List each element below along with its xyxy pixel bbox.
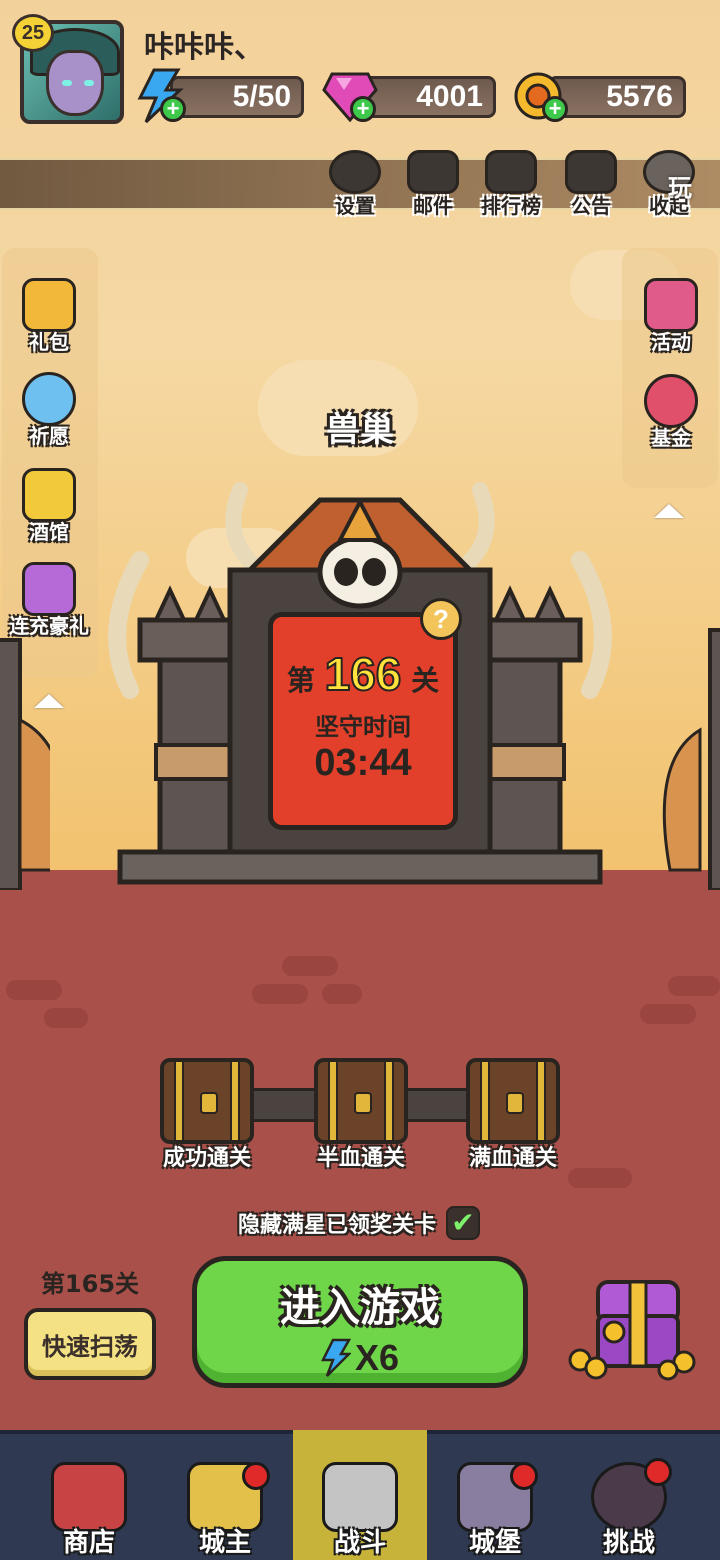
announcement-button[interactable]: 公告: [556, 150, 626, 220]
announcement-label: 公告: [571, 194, 611, 218]
chest-band: [328, 1062, 338, 1140]
chest-connector: [250, 1088, 320, 1122]
wish-label: 祈愿: [29, 424, 69, 448]
nav-castle[interactable]: 城堡: [428, 1430, 562, 1560]
tavern-button[interactable]: 酒馆: [4, 468, 94, 558]
ground-brick: [6, 980, 62, 1000]
enter-game-label: 进入游戏: [280, 1285, 440, 1331]
settings-label: 设置: [335, 194, 375, 218]
avatar-face: [46, 50, 104, 116]
chest-full-hp-label: 满血通关: [468, 1146, 557, 1171]
nav-battle[interactable]: 战斗: [293, 1430, 427, 1560]
quick-sweep-button[interactable]: 快速扫荡: [24, 1308, 156, 1380]
guard-time-value: 03:44: [314, 742, 412, 784]
nav-challenge-notification-dot: [644, 1458, 672, 1486]
nav-castle-notification-dot: [510, 1462, 538, 1490]
chest-band: [480, 1062, 490, 1140]
chest-half-hp-label: 半血通关: [316, 1146, 405, 1171]
nav-lord-label: 城主: [198, 1528, 251, 1558]
ground-brick: [640, 1004, 696, 1024]
gift-pack-button[interactable]: 礼包: [4, 278, 94, 368]
hide-cleared-label: 隐藏满星已领奖关卡: [238, 1213, 437, 1238]
ground-brick: [44, 1008, 88, 1028]
chest-band: [384, 1062, 394, 1140]
chest-band: [230, 1062, 240, 1140]
enter-game-cost-value: X6: [354, 1337, 400, 1378]
wish-button[interactable]: 祈愿: [4, 372, 94, 462]
add-gold-button[interactable]: +: [542, 96, 568, 122]
player-name: 咔咔咔、: [144, 30, 264, 65]
stage-title: 第 166 关: [273, 647, 453, 701]
nav-challenge-label: 挑战: [602, 1528, 655, 1558]
stage-suffix: 关: [411, 664, 440, 697]
avatar-eye: [62, 80, 72, 86]
guard-time-label: 坚守时间: [315, 713, 411, 741]
lightning-icon: [320, 1338, 351, 1377]
gift-pack-label: 礼包: [29, 330, 69, 354]
event-label: 活动: [651, 330, 691, 354]
chest-connector: [404, 1088, 474, 1122]
chest-lock-icon: [200, 1092, 218, 1114]
nav-shop[interactable]: 商店: [22, 1430, 156, 1560]
chest-band: [174, 1062, 184, 1140]
nav-castle-label: 城堡: [468, 1528, 521, 1558]
stage-prefix: 第: [286, 664, 315, 697]
leaderboard-button[interactable]: 排行榜: [476, 150, 546, 220]
treasure-chest-icon[interactable]: [560, 1272, 700, 1382]
leaderboard-icon: [485, 150, 537, 194]
nav-challenge[interactable]: 挑战: [562, 1430, 696, 1560]
add-energy-button[interactable]: +: [160, 96, 186, 122]
gift-box-icon: [22, 562, 76, 616]
gear-icon: [329, 150, 381, 194]
chest-lock-icon: [506, 1092, 524, 1114]
beer-mug-icon: [22, 468, 76, 522]
gold-counter: 5576: [548, 76, 686, 118]
nav-shop-label: 商店: [62, 1528, 115, 1558]
mail-label: 邮件: [413, 194, 453, 218]
chest-lock-icon: [354, 1092, 372, 1114]
chest-success-label: 成功通关: [162, 1146, 251, 1171]
reward-chest-success[interactable]: [160, 1058, 254, 1144]
stage-number: 166: [324, 647, 403, 701]
fund-label: 基金: [651, 426, 691, 450]
ground-brick: [252, 984, 308, 1004]
fund-button[interactable]: 基金: [626, 374, 716, 464]
ground-brick: [668, 976, 720, 996]
energy-counter: 5/50: [170, 76, 304, 118]
leaderboard-label: 排行榜: [481, 194, 541, 218]
nav-lord-notification-dot: [242, 1462, 270, 1490]
megaphone-icon: [565, 150, 617, 194]
chest-band: [536, 1062, 546, 1140]
nav-lord[interactable]: 城主: [158, 1430, 292, 1560]
player-level-badge: 25: [12, 14, 54, 52]
event-icon: [644, 278, 698, 332]
hide-cleared-toggle[interactable]: 隐藏满星已领奖关卡 ✔: [238, 1206, 481, 1240]
previous-stage-label: 第165关: [40, 1270, 140, 1298]
stage-sign[interactable]: 第 166 关 坚守时间 03:44: [268, 612, 458, 830]
hide-cleared-checkbox[interactable]: ✔: [446, 1206, 481, 1240]
right-pillar-partial: [662, 628, 720, 890]
stage-help-button[interactable]: ?: [420, 598, 462, 640]
ground-brick: [322, 984, 362, 1004]
settings-button[interactable]: 设置: [320, 150, 390, 220]
mail-icon: [407, 150, 459, 194]
gift-icon: [22, 278, 76, 332]
left-pillar-partial: [0, 638, 50, 890]
nav-battle-label: 战斗: [333, 1528, 386, 1558]
reward-chest-half-hp[interactable]: [314, 1058, 408, 1144]
menu-extra-text: 玩: [668, 174, 692, 202]
enter-game-button[interactable]: 进入游戏 X6: [192, 1256, 528, 1388]
ground-brick: [282, 956, 338, 976]
wish-orb-icon: [22, 372, 76, 426]
area-name: 兽巢: [326, 410, 394, 450]
money-bag-icon: [644, 374, 698, 428]
tavern-label: 酒馆: [29, 520, 69, 544]
mail-button[interactable]: 邮件: [398, 150, 468, 220]
reward-chest-full-hp[interactable]: [466, 1058, 560, 1144]
right-panel-collapse-arrow[interactable]: [654, 504, 684, 518]
add-gem-button[interactable]: +: [350, 96, 376, 122]
event-button[interactable]: 活动: [626, 278, 716, 368]
avatar-eye: [84, 80, 94, 86]
enter-game-cost: X6: [197, 1337, 523, 1379]
